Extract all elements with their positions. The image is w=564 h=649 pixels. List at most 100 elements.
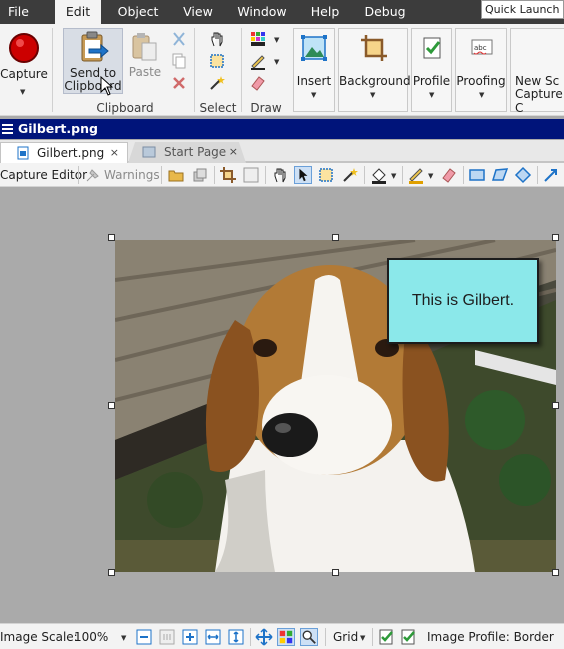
select-rectangle-icon[interactable]: [208, 52, 226, 70]
document-title: Gilbert.png: [18, 121, 98, 136]
chevron-down-icon[interactable]: ▼: [360, 634, 365, 642]
start-page-icon: [142, 146, 156, 158]
background-label: Background: [339, 74, 411, 88]
proofing-button[interactable]: abc Proofing ▼: [455, 28, 507, 112]
document-tab-strip: Gilbert.png × Start Page ×: [0, 140, 564, 163]
fit-width-icon[interactable]: [204, 628, 222, 646]
select-group-label: Select: [199, 101, 237, 115]
ellipse-shape-icon[interactable]: [514, 166, 532, 184]
tab-start-page-label: Start Page: [164, 145, 227, 159]
color-picker-icon[interactable]: [249, 30, 267, 48]
crop-icon[interactable]: [219, 166, 237, 184]
menu-file[interactable]: File: [0, 0, 37, 24]
menu-object[interactable]: Object: [113, 0, 163, 24]
select-rectangle-icon[interactable]: [317, 166, 335, 184]
delete-icon[interactable]: [170, 74, 188, 92]
send-to-clipboard-button[interactable]: Send to Clipboard: [63, 28, 123, 94]
rectangle-shape-icon[interactable]: [468, 166, 486, 184]
capture-button[interactable]: Capture ▼: [0, 28, 48, 112]
profile-check-icon[interactable]: [378, 628, 396, 646]
eraser-icon[interactable]: [249, 74, 267, 92]
insert-button[interactable]: Insert ▼: [293, 28, 335, 112]
chevron-down-icon[interactable]: ▼: [274, 36, 279, 44]
image-profile-label: Image Profile: Border: [427, 630, 554, 644]
insert-label: Insert: [296, 74, 332, 88]
crop-background-icon: [361, 35, 387, 61]
resize-handle-e[interactable]: [552, 402, 559, 409]
stack-icon[interactable]: [191, 166, 209, 184]
hamburger-menu-icon[interactable]: [2, 124, 13, 134]
capture-editor-label: Capture Editor: [0, 168, 88, 182]
mouse-cursor-icon: [100, 76, 114, 96]
chevron-down-icon[interactable]: ▼: [121, 634, 126, 642]
background-button[interactable]: Background ▼: [338, 28, 411, 112]
new-capture-label-2: Capture C: [515, 87, 563, 115]
magnifier-icon[interactable]: [300, 628, 318, 646]
tab-gilbert-label: Gilbert.png: [37, 146, 105, 160]
magic-wand-icon[interactable]: [341, 166, 359, 184]
menu-edit[interactable]: Edit: [55, 0, 101, 24]
resize-handle-sw[interactable]: [108, 569, 115, 576]
grid-button[interactable]: Grid: [333, 628, 358, 646]
chevron-down-icon[interactable]: ▼: [479, 91, 484, 99]
zoom-out-icon[interactable]: [135, 628, 153, 646]
svg-text:abc: abc: [474, 44, 487, 52]
tab-start-page[interactable]: Start Page ×: [128, 142, 246, 163]
color-grid-icon[interactable]: [277, 628, 295, 646]
resize-handle-w[interactable]: [108, 402, 115, 409]
new-capture-label-1: New Sc: [515, 74, 560, 88]
menu-help[interactable]: Help: [308, 0, 342, 24]
resize-handle-nw[interactable]: [108, 234, 115, 241]
pointer-arrow-icon[interactable]: [294, 166, 312, 184]
chevron-down-icon[interactable]: ▼: [370, 91, 375, 99]
close-icon[interactable]: ×: [110, 143, 119, 163]
new-capture-button[interactable]: New Sc Capture C: [510, 28, 564, 115]
polygon-shape-icon[interactable]: [491, 166, 509, 184]
warnings-button[interactable]: Warnings: [104, 166, 160, 184]
profile-button[interactable]: Profile ▼: [411, 28, 452, 112]
profile-label: Profile: [412, 74, 451, 88]
close-icon[interactable]: ×: [229, 142, 238, 162]
resize-handle-n[interactable]: [332, 234, 339, 241]
spell-check-icon: abc: [471, 39, 493, 55]
quick-launch-input[interactable]: Quick Launch (C: [481, 0, 564, 19]
paste-label: Paste: [128, 65, 162, 79]
pen-icon[interactable]: [407, 166, 425, 184]
resize-icon[interactable]: [242, 166, 260, 184]
resize-handle-ne[interactable]: [552, 234, 559, 241]
arrow-tool-icon[interactable]: [542, 166, 560, 184]
status-bar: Image Scale: 100% ▼ Grid ▼ Image Profile…: [0, 623, 564, 649]
move-icon[interactable]: [255, 628, 273, 646]
resize-handle-se[interactable]: [552, 569, 559, 576]
zoom-in-icon[interactable]: [181, 628, 199, 646]
hand-pan-icon[interactable]: [208, 30, 226, 48]
open-folder-icon[interactable]: [167, 166, 185, 184]
menu-debug[interactable]: Debug: [364, 0, 406, 24]
chevron-down-icon[interactable]: ▼: [274, 58, 279, 66]
chevron-down-icon[interactable]: ▼: [429, 91, 434, 99]
chevron-down-icon[interactable]: ▼: [311, 91, 316, 99]
resize-handle-s[interactable]: [332, 569, 339, 576]
magic-wand-icon[interactable]: [208, 74, 226, 92]
profile-check-apply-icon[interactable]: [400, 628, 418, 646]
chevron-down-icon[interactable]: ▼: [428, 172, 433, 180]
fill-bucket-icon[interactable]: [370, 166, 388, 184]
eraser-icon[interactable]: [440, 166, 458, 184]
chevron-down-icon[interactable]: ▼: [20, 86, 25, 99]
hand-pan-icon[interactable]: [271, 166, 289, 184]
pen-icon[interactable]: [249, 52, 267, 70]
menu-window[interactable]: Window: [236, 0, 288, 24]
image-scale-label: Image Scale:: [0, 630, 78, 644]
callout-textbox[interactable]: This is Gilbert.: [387, 258, 539, 344]
chevron-down-icon[interactable]: ▼: [391, 172, 396, 180]
tab-gilbert[interactable]: Gilbert.png ×: [0, 142, 128, 163]
proofing-label: Proofing: [456, 74, 506, 88]
cut-icon[interactable]: [170, 30, 188, 48]
zoom-select[interactable]: 100%: [74, 628, 108, 646]
paste-button[interactable]: Paste: [128, 28, 162, 94]
copy-icon[interactable]: [170, 52, 188, 70]
draw-group-label: Draw: [250, 101, 282, 115]
menu-view[interactable]: View: [180, 0, 216, 24]
fit-height-icon[interactable]: [227, 628, 245, 646]
clipboard-send-icon: [81, 31, 109, 62]
